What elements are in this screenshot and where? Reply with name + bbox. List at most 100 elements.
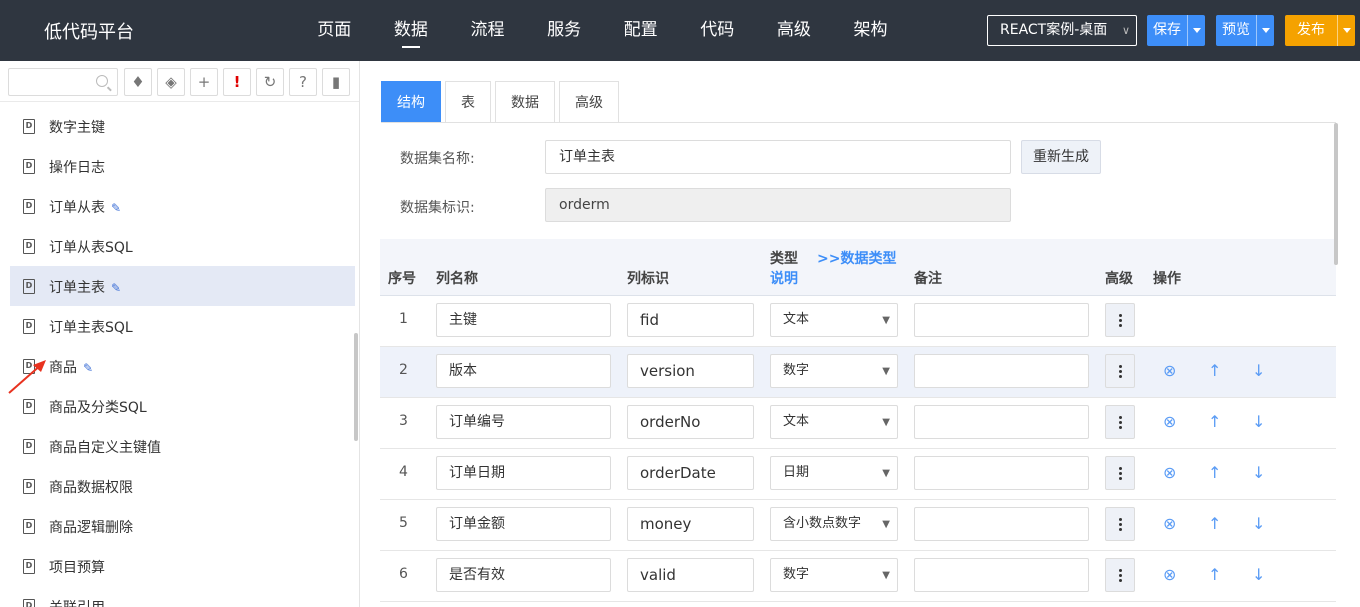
- arrow-down-icon[interactable]: ↓: [1252, 463, 1265, 482]
- column-id-input[interactable]: orderNo: [627, 405, 754, 439]
- nav-item-page[interactable]: 页面: [296, 0, 373, 61]
- save-dropdown-caret-icon[interactable]: [1187, 15, 1205, 46]
- list-item[interactable]: 订单从表SQL: [10, 226, 355, 266]
- column-note-input[interactable]: [914, 558, 1089, 592]
- exclamation-icon[interactable]: !: [223, 68, 251, 96]
- column-name-input[interactable]: 订单金额: [436, 507, 611, 541]
- column-name-input[interactable]: 主键: [436, 303, 611, 337]
- list-item-label: 商品及分类SQL: [49, 400, 147, 416]
- tree-icon[interactable]: ♦: [124, 68, 152, 96]
- column-id-input[interactable]: version: [627, 354, 754, 388]
- preview-dropdown-caret-icon[interactable]: [1256, 15, 1274, 46]
- list-item-selected[interactable]: 订单主表 ✎: [10, 266, 355, 306]
- column-id-input[interactable]: fid: [627, 303, 754, 337]
- delete-icon[interactable]: ⊗: [1163, 565, 1176, 584]
- more-options-icon[interactable]: [1105, 507, 1135, 541]
- more-options-icon[interactable]: [1105, 558, 1135, 592]
- list-item[interactable]: 商品数据权限: [10, 466, 355, 506]
- publish-dropdown-caret-icon[interactable]: [1337, 15, 1355, 46]
- list-item[interactable]: 订单从表 ✎: [10, 186, 355, 226]
- column-type-select[interactable]: 文本 ▼: [770, 303, 898, 337]
- publish-button[interactable]: 发布: [1285, 15, 1337, 46]
- environment-select[interactable]: REACT案例-桌面 ∨: [987, 15, 1137, 46]
- document-icon: [23, 239, 35, 254]
- list-item[interactable]: 关联引用: [10, 586, 355, 607]
- more-options-icon[interactable]: [1105, 354, 1135, 388]
- column-type-select[interactable]: 日期 ▼: [770, 456, 898, 490]
- pencil-icon[interactable]: ✎: [111, 201, 121, 215]
- column-type-value: 文本: [783, 312, 810, 327]
- arrow-down-icon[interactable]: ↓: [1252, 412, 1265, 431]
- arrow-up-icon[interactable]: ↑: [1208, 514, 1221, 533]
- more-options-icon[interactable]: [1105, 303, 1135, 337]
- regenerate-button[interactable]: 重新生成: [1021, 140, 1101, 174]
- list-item[interactable]: 商品自定义主键值: [10, 426, 355, 466]
- refresh-icon[interactable]: ↻: [256, 68, 284, 96]
- sidebar-scrollbar[interactable]: [354, 333, 358, 441]
- list-item[interactable]: 商品 ✎: [10, 346, 355, 386]
- main-scrollbar[interactable]: [1334, 123, 1338, 265]
- pencil-icon[interactable]: ✎: [111, 281, 121, 295]
- column-note-input[interactable]: [914, 354, 1089, 388]
- arrow-down-icon[interactable]: ↓: [1252, 361, 1265, 380]
- column-note-input[interactable]: [914, 405, 1089, 439]
- column-id-input[interactable]: orderDate: [627, 456, 754, 490]
- column-name-input[interactable]: 是否有效: [436, 558, 611, 592]
- preview-button[interactable]: 预览: [1216, 15, 1256, 46]
- nav-item-config[interactable]: 配置: [602, 0, 679, 61]
- nav-item-data[interactable]: 数据: [373, 0, 450, 61]
- data-type-link[interactable]: >>数据类型: [817, 248, 896, 268]
- column-id-input[interactable]: valid: [627, 558, 754, 592]
- tab-data[interactable]: 数据: [495, 81, 555, 123]
- column-name-input[interactable]: 订单日期: [436, 456, 611, 490]
- column-name-input[interactable]: 版本: [436, 354, 611, 388]
- column-note-input[interactable]: [914, 303, 1089, 337]
- save-button[interactable]: 保存: [1147, 15, 1187, 46]
- delete-icon[interactable]: ⊗: [1163, 514, 1176, 533]
- list-item[interactable]: 商品逻辑删除: [10, 506, 355, 546]
- arrow-down-icon[interactable]: ↓: [1252, 514, 1265, 533]
- help-icon[interactable]: ?: [289, 68, 317, 96]
- tab-structure[interactable]: 结构: [381, 81, 441, 123]
- column-type-select[interactable]: 含小数点数字 ▼: [770, 507, 898, 541]
- arrow-up-icon[interactable]: ↑: [1208, 463, 1221, 482]
- list-item[interactable]: 项目预算: [10, 546, 355, 586]
- arrow-up-icon[interactable]: ↑: [1208, 565, 1221, 584]
- nav-item-code[interactable]: 代码: [679, 0, 756, 61]
- column-note-input[interactable]: [914, 507, 1089, 541]
- column-type-select[interactable]: 文本 ▼: [770, 405, 898, 439]
- search-input[interactable]: [9, 69, 95, 95]
- more-options-icon[interactable]: [1105, 456, 1135, 490]
- delete-icon[interactable]: ⊗: [1163, 412, 1176, 431]
- dataset-name-input[interactable]: 订单主表: [545, 140, 1011, 174]
- arrow-up-icon[interactable]: ↑: [1208, 412, 1221, 431]
- column-type-value: 数字: [783, 567, 810, 582]
- column-type-select[interactable]: 数字 ▼: [770, 558, 898, 592]
- arrow-up-icon[interactable]: ↑: [1208, 361, 1221, 380]
- tag-icon[interactable]: ◈: [157, 68, 185, 96]
- search-box: [8, 68, 118, 96]
- list-item[interactable]: 商品及分类SQL: [10, 386, 355, 426]
- window-icon[interactable]: ▮: [322, 68, 350, 96]
- tab-table[interactable]: 表: [445, 81, 491, 123]
- plus-icon[interactable]: +: [190, 68, 218, 96]
- search-icon[interactable]: [96, 75, 108, 87]
- column-note-input[interactable]: [914, 456, 1089, 490]
- tab-advanced[interactable]: 高级: [559, 81, 619, 123]
- nav-item-flow[interactable]: 流程: [449, 0, 526, 61]
- pencil-icon[interactable]: ✎: [83, 361, 93, 375]
- delete-icon[interactable]: ⊗: [1163, 361, 1176, 380]
- column-name-input[interactable]: 订单编号: [436, 405, 611, 439]
- more-options-icon[interactable]: [1105, 405, 1135, 439]
- column-id-input[interactable]: money: [627, 507, 754, 541]
- row-number: 3: [399, 413, 408, 429]
- nav-item-service[interactable]: 服务: [526, 0, 603, 61]
- delete-icon[interactable]: ⊗: [1163, 463, 1176, 482]
- nav-item-advanced[interactable]: 高级: [756, 0, 833, 61]
- column-type-select[interactable]: 数字 ▼: [770, 354, 898, 388]
- list-item[interactable]: 订单主表SQL: [10, 306, 355, 346]
- arrow-down-icon[interactable]: ↓: [1252, 565, 1265, 584]
- nav-item-architecture[interactable]: 架构: [832, 0, 909, 61]
- list-item[interactable]: 操作日志: [10, 146, 355, 186]
- list-item[interactable]: 数字主键: [10, 106, 355, 146]
